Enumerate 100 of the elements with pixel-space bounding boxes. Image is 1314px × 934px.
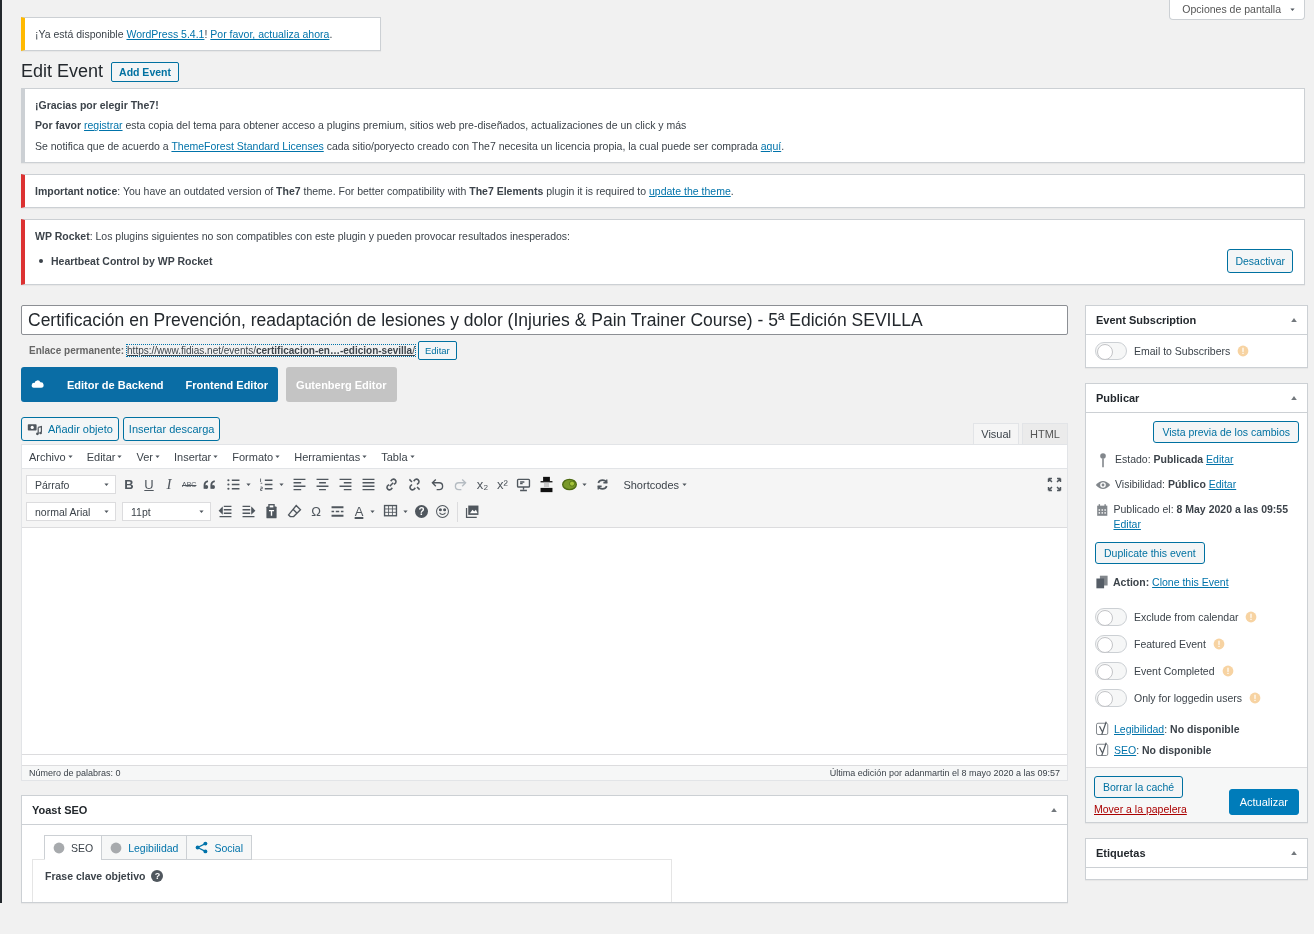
link[interactable]: registrar xyxy=(84,119,123,132)
notice-text: Important notice: You have an outdated version of The7 theme. For better compatibility with The7 Elements plugin it is required to update the theme. xyxy=(35,183,735,198)
collapse-arrow-icon[interactable] xyxy=(1290,394,1298,403)
link[interactable]: Editar xyxy=(1113,518,1141,531)
toggle-label: Exclude from calendar xyxy=(1134,611,1239,624)
superscript-button[interactable]: x² xyxy=(495,477,510,493)
media-button[interactable]: Añadir objeto xyxy=(21,417,119,442)
italic-button[interactable]: I xyxy=(162,476,176,494)
bold-button[interactable]: B xyxy=(122,477,136,493)
smiley-icon[interactable] xyxy=(434,503,451,521)
text-color-button[interactable]: A xyxy=(352,504,366,520)
menu-item[interactable]: Archivo xyxy=(29,450,74,463)
duplicate-event-button[interactable]: Duplicate this event xyxy=(1095,542,1205,565)
yoast-icon xyxy=(1095,742,1110,758)
caret-icon xyxy=(408,453,416,461)
caret-icon xyxy=(66,453,74,461)
calendar-icon xyxy=(1095,502,1110,519)
seo-tab[interactable]: SEO xyxy=(44,835,103,861)
page-title: Edit Event xyxy=(21,61,104,83)
menu-item[interactable]: Formato xyxy=(232,450,282,463)
status-dot-icon xyxy=(53,841,65,854)
link[interactable]: ThemeForest Standard Licenses xyxy=(171,139,324,152)
toggle-switch[interactable] xyxy=(1095,608,1127,627)
editor-tab[interactable]: HTML xyxy=(1022,423,1068,445)
format-select[interactable]: Párrafo xyxy=(26,475,116,495)
caret-icon xyxy=(212,453,220,461)
seo-score-text: Legibilidad: No disponible xyxy=(1114,722,1240,735)
toggle-switch[interactable] xyxy=(1095,662,1127,681)
meta-text: Publicado el: 8 May 2020 a las 09:55 Editar xyxy=(1113,502,1290,533)
caret-icon xyxy=(116,453,124,461)
toggle-switch[interactable] xyxy=(1095,342,1127,361)
clipboard-icon[interactable] xyxy=(263,503,280,521)
caret-icon xyxy=(681,481,689,489)
warning-icon xyxy=(1221,665,1234,678)
font-select[interactable]: normal Arial xyxy=(26,502,116,522)
link[interactable]: update the theme xyxy=(649,184,731,197)
editor-tab[interactable]: Visual xyxy=(973,423,1020,445)
meta-text: Visibilidad: Público Editar xyxy=(1115,477,1237,493)
warning-icon xyxy=(1237,345,1250,358)
monitor-icon[interactable] xyxy=(515,476,533,494)
notice-text: ¡Gracias por elegir The7! xyxy=(35,98,160,113)
caret-icon xyxy=(245,481,253,489)
postbox-title: Event Subscription xyxy=(1096,314,1197,327)
caret-icon xyxy=(103,508,110,516)
frontend-editor-button[interactable]: Frontend Editor xyxy=(185,378,269,391)
preview-changes-button[interactable]: Vista previa de los cambios xyxy=(1153,421,1299,444)
permalink-link[interactable]: https://www.fidias.net/events/certificacion-en…-edicion-sevilla/ xyxy=(127,345,415,357)
toggle-label: Featured Event xyxy=(1134,638,1206,651)
add-event-button[interactable]: Add Event xyxy=(111,61,179,82)
seo-tab[interactable]: Social xyxy=(186,835,252,861)
post-title-field[interactable]: Certificación en Prevención, readaptación de lesiones y dolor (Injuries & Pain Trainer Course) - 5ª Edición SEVILLA xyxy=(21,305,1068,336)
meta-text: Estado: Publicada Editar xyxy=(1115,452,1234,468)
underline-button[interactable]: U xyxy=(142,477,156,493)
notice-text: ¡Ya está disponible WordPress 5.4.1! Por favor, actualiza ahora. xyxy=(35,27,334,42)
last-edit-info: Última edición por adanmartin el 8 mayo 2020 a las 09:57 xyxy=(829,768,1060,779)
postbox-title: Etiquetas xyxy=(1096,847,1146,860)
caret-icon xyxy=(103,481,110,489)
media-add-icon xyxy=(27,421,43,438)
image-icon[interactable] xyxy=(464,503,481,521)
subscript-button[interactable]: x₂ xyxy=(475,477,490,493)
collapse-arrow-icon[interactable] xyxy=(1290,316,1298,325)
help-button[interactable]: ? xyxy=(415,505,428,519)
collapse-arrow-icon[interactable] xyxy=(1050,806,1058,815)
yoast-icon xyxy=(1095,721,1110,737)
clear-cache-button[interactable]: Borrar la caché xyxy=(1094,776,1184,799)
toggle-label: Only for loggedin users xyxy=(1134,692,1242,705)
backend-editor-button[interactable]: Editor de Backend xyxy=(67,378,164,391)
special-character-button[interactable]: Ω xyxy=(309,504,323,520)
link[interactable]: Editar xyxy=(1206,453,1234,466)
notice-text: WP Rocket: Los plugins siguientes no son compatibles con este plugin y pueden provocar resultados inesperados: xyxy=(35,228,572,244)
help-icon[interactable]: ? xyxy=(151,870,164,883)
deactivate-button[interactable]: Desactivar xyxy=(1227,249,1293,274)
share-icon xyxy=(195,841,209,855)
caret-icon xyxy=(581,481,589,489)
field-label: Frase clave objetivo xyxy=(45,870,146,883)
fullscreen-icon[interactable] xyxy=(1046,476,1063,494)
edit-slug-button[interactable]: Editar xyxy=(417,341,457,361)
toggle-switch[interactable] xyxy=(1095,689,1127,708)
menu-item[interactable]: Herramientas xyxy=(294,450,369,463)
collapse-arrow-icon[interactable] xyxy=(1290,849,1298,858)
caret-icon xyxy=(198,508,205,516)
shortcodes-menu[interactable]: Shortcodes xyxy=(623,478,689,491)
toggle-label: Email to Subscribers xyxy=(1134,345,1231,358)
menu-item[interactable]: Ver xyxy=(136,450,161,463)
toggle-switch[interactable] xyxy=(1095,635,1127,654)
copy-icon xyxy=(1095,575,1109,590)
permalink-label: Enlace permanente: xyxy=(29,345,125,357)
menu-item[interactable]: Insertar xyxy=(173,450,220,463)
word-count: Número de palabras: 0 xyxy=(29,768,121,779)
trash-link[interactable]: Mover a la papelera xyxy=(1094,803,1187,816)
link[interactable]: Clone this Event xyxy=(1152,576,1229,589)
menu-item[interactable]: Editar xyxy=(86,450,124,463)
link[interactable]: Editar xyxy=(1208,478,1237,491)
media-button[interactable]: Insertar descarga xyxy=(122,417,221,442)
action-text: Action: Clone this Event xyxy=(1113,575,1229,591)
update-button[interactable]: Actualizar xyxy=(1228,789,1299,816)
size-select[interactable]: 11pt xyxy=(122,502,211,522)
screen-options-button[interactable]: Opciones de pantalla xyxy=(1169,0,1305,20)
menu-item[interactable]: Tabla xyxy=(381,450,416,463)
seo-tab[interactable]: Legibilidad xyxy=(101,835,188,861)
